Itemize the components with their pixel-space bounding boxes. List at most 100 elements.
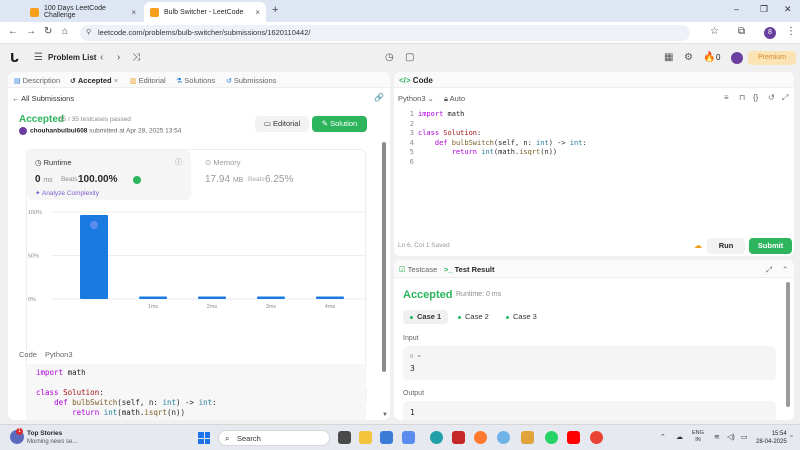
menu-dots-icon[interactable]: ⋮	[786, 26, 796, 37]
editorial-button[interactable]: ▭ Editorial	[255, 116, 309, 132]
forward-icon[interactable]: →	[26, 26, 36, 37]
solution-button[interactable]: ✎ Solution	[312, 116, 367, 132]
timer-icon[interactable]: ◷	[385, 52, 394, 63]
app-icon[interactable]	[521, 431, 534, 444]
problem-list-link[interactable]: Problem List	[48, 53, 96, 62]
search-icon: ⌕	[225, 434, 230, 443]
runtime-box[interactable]: ◷ Runtime ⓘ 0 ms Beats 100.00% ✦ Analyze…	[27, 150, 191, 200]
braces-icon[interactable]: {}	[753, 93, 758, 102]
format-icon[interactable]: ≡	[724, 93, 729, 102]
case-tab-1[interactable]: Case 1	[403, 310, 449, 324]
chart-bar[interactable]	[139, 296, 167, 299]
firefox-icon[interactable]	[474, 431, 487, 444]
home-icon[interactable]: ⌂	[62, 26, 68, 37]
news-title[interactable]: Top Stories	[27, 430, 62, 437]
analyze-complexity-link[interactable]: ✦ Analyze Complexity	[35, 189, 99, 197]
code-editor[interactable]: import math class Solution: def bulbSwit…	[418, 110, 587, 167]
close-tab-icon[interactable]: ×	[131, 8, 136, 17]
system-clock[interactable]: 15:54 28-04-2025	[756, 430, 787, 446]
url-field[interactable]: ⚲ leetcode.com/problems/bulb-switcher/su…	[80, 25, 690, 41]
runtime-distribution-chart[interactable]: 100% 50% 0% 1ms 2ms 3ms 4ms	[27, 206, 367, 336]
all-submissions-link[interactable]: ← All Submissions	[12, 94, 74, 103]
tab-test-result[interactable]: >_ Test Result	[444, 265, 495, 274]
auto-mode-toggle[interactable]: 🔒︎ Auto	[444, 94, 465, 104]
notes-icon[interactable]: ▢	[405, 52, 414, 63]
close-tab-icon[interactable]: ×	[255, 8, 260, 17]
file-explorer-icon[interactable]	[359, 431, 372, 444]
volume-icon[interactable]: ◁)	[727, 433, 735, 441]
shuffle-icon[interactable]: ⤨	[132, 52, 140, 63]
left-panel-scrollbar[interactable]	[382, 142, 386, 372]
reload-icon[interactable]: ↻	[44, 26, 52, 37]
browser-tab-challenge[interactable]: 100 Days LeetCode Challenge ×	[24, 2, 142, 22]
result-panel-scrollbar[interactable]	[786, 282, 790, 407]
task-view-icon[interactable]	[338, 431, 351, 444]
restore-button[interactable]: ❐	[760, 4, 768, 15]
submit-button[interactable]: Submit	[749, 238, 792, 254]
chart-bar[interactable]	[198, 296, 226, 299]
expand-icon[interactable]: ⤢	[766, 265, 772, 275]
edge-icon[interactable]	[430, 431, 443, 444]
bookmark-star-icon[interactable]: ☆	[710, 26, 719, 37]
chrome-icon[interactable]	[590, 431, 603, 444]
prev-problem-icon[interactable]: ‹	[100, 52, 103, 63]
mcafee-icon[interactable]	[452, 431, 465, 444]
memory-label[interactable]: ⊙ Memory	[205, 158, 240, 167]
show-hidden-icons[interactable]: ⌃	[660, 433, 666, 441]
close-window-button[interactable]: ✕	[784, 4, 792, 15]
scroll-down-icon[interactable]: ▼	[382, 412, 388, 418]
reset-icon[interactable]: ↺	[768, 93, 775, 102]
new-tab-button[interactable]: +	[272, 4, 278, 16]
user-avatar[interactable]	[731, 52, 743, 64]
case-tab-3[interactable]: Case 3	[499, 310, 544, 324]
premium-button[interactable]: Premium	[748, 51, 796, 65]
store-icon[interactable]	[380, 431, 393, 444]
settings-app-icon[interactable]	[497, 431, 510, 444]
chart-bar[interactable]	[257, 296, 285, 299]
username[interactable]: chouhanbulbul608	[30, 128, 87, 135]
submission-status: Accepted	[19, 114, 65, 125]
extensions-icon[interactable]: ⧉	[738, 26, 745, 37]
tab-testcase[interactable]: ☑ Testcase	[399, 265, 437, 274]
wifi-icon[interactable]: ≋	[714, 433, 720, 441]
notifications-icon[interactable]: ▫	[790, 433, 792, 440]
run-button[interactable]: Run	[707, 238, 745, 254]
tab-solutions[interactable]: ⚗ Solutions	[176, 76, 215, 85]
fullscreen-icon[interactable]: ⤢	[782, 93, 788, 103]
cloud-icon[interactable]: ☁	[694, 241, 702, 250]
site-info-icon[interactable]: ⚲	[86, 25, 91, 41]
tab-editorial[interactable]: ▥ Editorial	[130, 76, 166, 85]
chart-bar[interactable]	[316, 296, 344, 299]
taskbar-search[interactable]: ⌕ Search	[218, 430, 330, 446]
cloud-tray-icon[interactable]: ☁	[676, 433, 683, 441]
layout-icon[interactable]: ▦	[664, 52, 673, 63]
leetcode-logo-icon[interactable]: ᒐ	[10, 52, 20, 64]
tab-description[interactable]: ▤ Description	[14, 76, 60, 85]
windows-start-icon[interactable]	[198, 432, 210, 444]
tab-accepted[interactable]: ↺ Accepted ×	[70, 76, 118, 85]
language-select[interactable]: Python3 ⌄	[398, 94, 434, 103]
tab-submissions[interactable]: ↺ Submissions	[226, 76, 276, 85]
back-icon[interactable]: ←	[8, 26, 18, 37]
mail-icon[interactable]	[402, 431, 415, 444]
browser-tab-bulb-switcher[interactable]: Bulb Switcher - LeetCode ×	[144, 2, 266, 22]
problem-list-icon[interactable]: ☰	[34, 52, 43, 63]
streak-fire-icon[interactable]: 🔥	[703, 52, 715, 63]
next-problem-icon[interactable]: ›	[117, 52, 120, 63]
settings-gear-icon[interactable]: ⚙	[684, 52, 693, 63]
code-line: class Solution:	[418, 129, 482, 137]
collapse-icon[interactable]: ⌃	[782, 265, 788, 274]
language-indicator[interactable]: ENG IN	[692, 430, 704, 444]
x-tick-label: 3ms	[266, 304, 277, 310]
whatsapp-icon[interactable]	[545, 431, 558, 444]
minimize-button[interactable]: –	[734, 4, 739, 14]
info-icon[interactable]: ⓘ	[175, 157, 182, 167]
close-tab-icon[interactable]: ×	[114, 76, 118, 85]
battery-icon[interactable]: ▭	[741, 433, 748, 441]
share-link-icon[interactable]: 🔗	[374, 93, 384, 102]
bookmark-icon[interactable]: ⊓	[739, 93, 745, 102]
case-tab-2[interactable]: Case 2	[451, 310, 496, 324]
runtime-beats-value: 100.00%	[78, 174, 118, 185]
profile-avatar[interactable]: 8	[764, 27, 776, 39]
youtube-icon[interactable]	[567, 431, 580, 444]
